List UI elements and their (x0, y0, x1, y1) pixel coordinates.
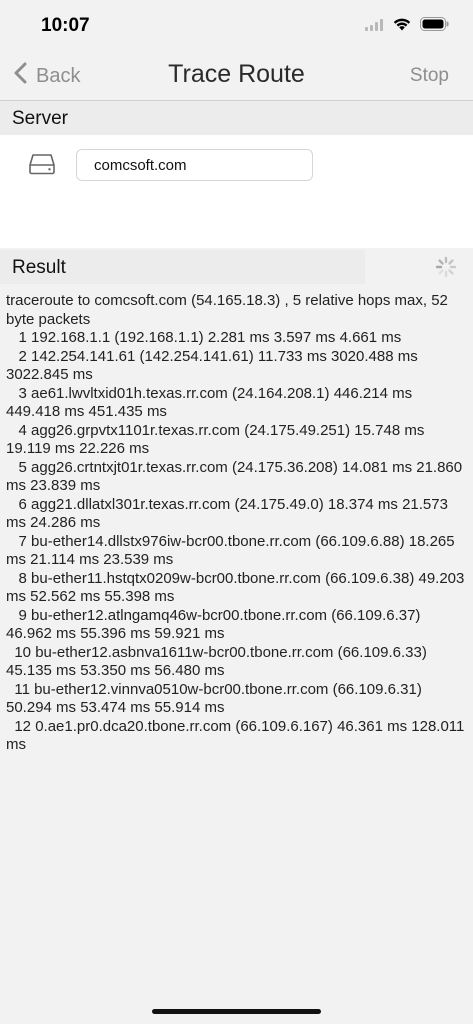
result-section-title: Result (12, 257, 66, 278)
spinner-icon (435, 256, 457, 283)
drive-icon (28, 153, 56, 180)
navigation-bar: Back Trace Route Stop (0, 52, 473, 101)
battery-icon (420, 17, 449, 36)
traceroute-output: traceroute to comcsoft.com (54.165.18.3)… (6, 292, 465, 753)
server-panel (0, 135, 473, 248)
result-section-header: Result (0, 250, 473, 284)
page-title: Trace Route (168, 60, 305, 88)
status-icons (365, 17, 449, 36)
stop-button[interactable]: Stop (410, 65, 449, 87)
server-section-title: Server (12, 108, 68, 129)
server-host-input[interactable] (76, 149, 313, 181)
wifi-icon (393, 18, 411, 36)
home-indicator (152, 1009, 321, 1014)
signal-icon (365, 18, 384, 36)
server-section-header: Server (0, 101, 473, 135)
status-bar: 10:07 (0, 0, 473, 52)
status-time: 10:07 (41, 15, 90, 36)
